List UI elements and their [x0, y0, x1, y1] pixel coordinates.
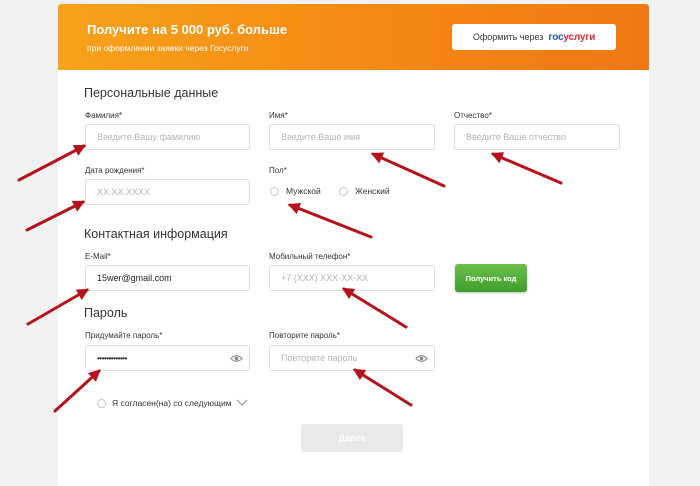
gosuslugi-button-label: Оформить через	[472, 32, 544, 42]
create-password-label: Придумайте пароль*	[85, 331, 163, 340]
repeat-password-label: Повторите пароль*	[269, 331, 340, 340]
gender-label: Пол*	[269, 166, 287, 175]
create-password-input[interactable]: •••••••••••••	[85, 345, 250, 371]
gender-male-radio[interactable]: Мужской	[270, 186, 321, 196]
gender-female-radio[interactable]: Женский	[339, 186, 390, 196]
contact-info-heading: Контактная информация	[84, 227, 228, 241]
birthdate-label: Дата рождения*	[85, 166, 145, 175]
next-button[interactable]: Далее	[301, 424, 403, 452]
agreement-text: Я согласен(на) со следующим	[112, 398, 232, 408]
name-label: Имя*	[269, 111, 288, 120]
get-code-button[interactable]: Получить код	[455, 264, 527, 292]
form-card	[58, 4, 649, 486]
banner-title: Получите на 5 000 руб. больше	[87, 22, 288, 37]
password-dots: •••••••••••••	[97, 353, 127, 363]
gender-female-label: Женский	[355, 186, 390, 196]
agreement-checkbox[interactable]: Я согласен(на) со следующим	[97, 398, 248, 408]
gosuslugi-logo: госуслуги	[548, 31, 596, 43]
agreement-circle	[97, 398, 106, 408]
radio-circle	[339, 186, 348, 196]
password-heading: Пароль	[84, 306, 128, 320]
surname-label: Фамилия*	[85, 111, 123, 120]
phone-input[interactable]: +7 (XXX) XXX-XX-XX	[269, 265, 435, 291]
banner-subtitle: при оформлении заявки через Госуслуги	[87, 43, 249, 53]
eye-icon[interactable]	[230, 354, 243, 363]
email-label: E-Mail*	[85, 252, 111, 261]
name-input[interactable]: Введите Ваше имя	[269, 124, 435, 150]
gender-male-label: Мужской	[286, 186, 321, 196]
eye-icon[interactable]	[415, 354, 428, 363]
personal-data-heading: Персональные данные	[84, 86, 219, 100]
radio-circle	[270, 186, 279, 196]
gosuslugi-banner: Получите на 5 000 руб. больше при оформл…	[58, 4, 649, 70]
chevron-down-icon[interactable]	[236, 399, 248, 407]
patronymic-input[interactable]: Введите Ваше отчество	[454, 124, 620, 150]
birthdate-input[interactable]: XX.XX.XXXX	[85, 179, 250, 205]
repeat-password-input[interactable]: Повторите пароль	[269, 345, 435, 371]
surname-input[interactable]: Введите Вашу фамилию	[85, 124, 250, 150]
patronymic-label: Отчество*	[454, 111, 492, 120]
gosuslugi-button[interactable]: Оформить через госуслуги	[452, 24, 616, 50]
repeat-password-placeholder: Повторите пароль	[281, 353, 358, 363]
phone-label: Мобильный телефон*	[269, 252, 351, 261]
email-input[interactable]: 15wer@gmail.com	[85, 265, 250, 291]
